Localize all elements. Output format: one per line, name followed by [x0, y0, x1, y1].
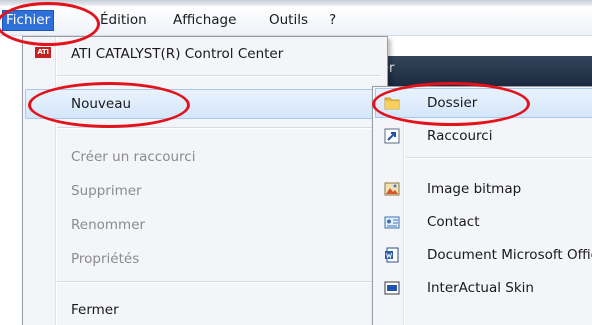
menu-item-ati-catalyst[interactable]: ATI ATI CATALYST(R) Control Center	[25, 39, 383, 69]
submenu-item-raccourci[interactable]: Raccourci	[375, 121, 592, 151]
menu-affichage[interactable]: Affichage	[169, 10, 240, 31]
submenu-item-label: Document Microsoft Office Word	[427, 247, 592, 263]
menu-item-label: Renommer	[71, 217, 146, 233]
bitmap-icon	[384, 182, 400, 196]
menu-separator	[57, 75, 381, 77]
shortcut-icon	[384, 128, 400, 144]
annotation-ellipse-dossier	[372, 82, 530, 126]
menu-item-label: Supprimer	[71, 183, 142, 199]
menu-item-renommer[interactable]: Renommer	[25, 210, 383, 240]
file-menu-dropdown: ATI ATI CATALYST(R) Control Center Nouve…	[22, 36, 388, 325]
menu-outils[interactable]: Outils	[265, 10, 312, 31]
screenshot-root: Fichier Édition Affichage Outils ? er AT…	[0, 0, 592, 325]
submenu-item-interactual-skin[interactable]: InterActual Skin	[375, 273, 592, 303]
menu-item-label: Créer un raccourci	[71, 149, 196, 165]
menu-item-label: Fermer	[71, 302, 119, 318]
contact-icon	[384, 216, 400, 229]
interactual-icon	[384, 281, 400, 295]
submenu-item-image-bitmap[interactable]: Image bitmap	[375, 174, 592, 204]
background-window-caption: er	[378, 56, 592, 86]
submenu-item-contact[interactable]: Contact	[375, 207, 592, 237]
menu-item-creer-raccourci[interactable]: Créer un raccourci	[25, 142, 383, 172]
menu-item-label: ATI CATALYST(R) Control Center	[71, 46, 284, 62]
menu-item-proprietes[interactable]: Propriétés	[25, 244, 383, 274]
annotation-ellipse-fichier	[0, 2, 100, 46]
submenu-separator	[405, 157, 592, 159]
menu-help[interactable]: ?	[325, 10, 340, 31]
word-doc-icon	[385, 247, 399, 263]
submenu-item-label: Image bitmap	[427, 181, 522, 197]
submenu-item-word-document[interactable]: Document Microsoft Office Word	[375, 240, 592, 270]
submenu-item-label: Raccourci	[427, 128, 493, 144]
menu-separator	[57, 281, 381, 283]
menu-edition[interactable]: Édition	[96, 10, 151, 31]
submenu-item-label: Contact	[427, 214, 480, 230]
menu-item-label: Propriétés	[71, 251, 140, 267]
submenu-item-label: InterActual Skin	[427, 280, 534, 296]
menu-item-supprimer[interactable]: Supprimer	[25, 176, 383, 206]
ati-icon: ATI	[35, 47, 51, 58]
annotation-ellipse-nouveau	[28, 82, 190, 128]
menu-item-fermer[interactable]: Fermer	[25, 295, 383, 325]
